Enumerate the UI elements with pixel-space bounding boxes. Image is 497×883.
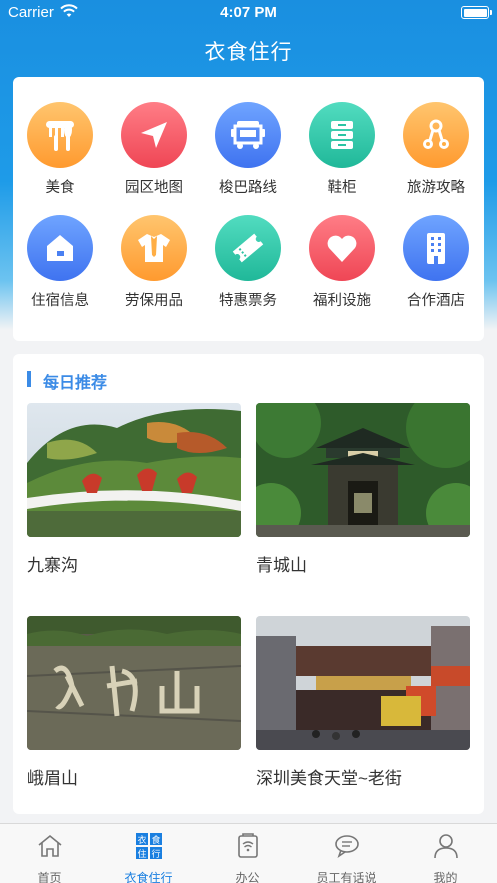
heart-icon (309, 215, 375, 281)
service-park-map[interactable]: 园区地图 (107, 102, 201, 202)
daily-recommend-card: 每日推荐 九寨沟 青城山 峨眉山 深圳美食天堂~老街 (13, 354, 484, 814)
tab-office[interactable]: 办公 (198, 824, 297, 883)
section-accent-bar (27, 371, 31, 387)
service-label: 梭巴路线 (219, 180, 277, 196)
service-discount-tickets[interactable]: 特惠票务 (201, 215, 295, 315)
service-label: 劳保用品 (125, 293, 183, 309)
tab-icon-char: 衣 (137, 834, 146, 846)
recommend-item[interactable]: 青城山 (256, 403, 470, 576)
tab-icon-char: 行 (151, 848, 160, 860)
cabinet-icon (309, 102, 375, 168)
house-icon (27, 215, 93, 281)
services-card: 美食 园区地图 梭巴路线 鞋柜 旅游攻略 住宿信息 劳保用品 特惠票务 福利设施… (13, 77, 484, 341)
recommend-item[interactable]: 峨眉山 (27, 616, 241, 789)
battery-icon (461, 6, 492, 19)
bus-icon (215, 102, 281, 168)
scooter-icon (403, 102, 469, 168)
service-label: 园区地图 (125, 180, 183, 196)
page-title: 衣食住行 (204, 41, 293, 64)
recommend-photo (256, 616, 470, 750)
service-label: 住宿信息 (31, 293, 89, 309)
service-label: 鞋柜 (327, 180, 357, 196)
section-title: 每日推荐 (43, 375, 108, 392)
tab-home[interactable]: 首页 (0, 824, 99, 883)
tab-icon-char: 食 (151, 834, 160, 846)
status-bar: Carrier 4:07 PM (0, 0, 497, 26)
tab-label: 衣食住行 (124, 871, 173, 883)
service-label: 旅游攻略 (407, 180, 465, 196)
service-label: 特惠票务 (219, 293, 277, 309)
chat-bubble-icon (334, 835, 359, 858)
recommend-name: 青城山 (256, 556, 307, 575)
user-icon (433, 834, 458, 859)
tab-label: 首页 (37, 871, 62, 883)
tab-label: 办公 (235, 871, 260, 883)
service-lodging-info[interactable]: 住宿信息 (13, 215, 107, 315)
tab-icon-char: 住 (137, 848, 146, 860)
home-icon (37, 834, 62, 857)
service-label: 合作酒店 (407, 293, 465, 309)
service-label: 福利设施 (313, 293, 371, 309)
service-shoe-cabinet[interactable]: 鞋柜 (295, 102, 389, 202)
building-icon (403, 215, 469, 281)
fork-knife-icon (27, 102, 93, 168)
service-partner-hotels[interactable]: 合作酒店 (389, 215, 483, 315)
ticket-icon (215, 215, 281, 281)
recommend-photo (256, 403, 470, 537)
service-welfare-facilities[interactable]: 福利设施 (295, 215, 389, 315)
tab-label: 我的 (433, 871, 458, 883)
recommend-photo (27, 403, 241, 537)
recommend-photo (27, 616, 241, 750)
grid-text-icon: 衣 食 住 行 (135, 833, 162, 860)
service-shuttle-route[interactable]: 梭巴路线 (201, 102, 295, 202)
tab-mine[interactable]: 我的 (396, 824, 495, 883)
tab-daily-living[interactable]: 衣 食 住 行 衣食住行 (99, 824, 198, 883)
service-label: 美食 (45, 180, 75, 196)
service-protective-gear[interactable]: 劳保用品 (107, 215, 201, 315)
recommend-name: 九寨沟 (27, 556, 78, 575)
navigation-arrow-icon (121, 102, 187, 168)
shirt-icon (121, 215, 187, 281)
recommend-item[interactable]: 深圳美食天堂~老街 (256, 616, 470, 789)
tab-employee-voice[interactable]: 员工有话说 (297, 824, 396, 883)
recommend-name: 峨眉山 (27, 769, 78, 788)
recommend-name: 深圳美食天堂~老街 (256, 769, 402, 788)
tab-label: 员工有话说 (316, 871, 377, 883)
service-travel-guide[interactable]: 旅游攻略 (389, 102, 483, 202)
briefcase-icon (237, 833, 258, 858)
clock: 4:07 PM (220, 4, 277, 21)
service-food[interactable]: 美食 (13, 102, 107, 202)
recommend-item[interactable]: 九寨沟 (27, 403, 241, 576)
tab-bar: 首页 衣 食 住 行 衣食住行 办公 员工有话说 我的 (0, 823, 497, 883)
